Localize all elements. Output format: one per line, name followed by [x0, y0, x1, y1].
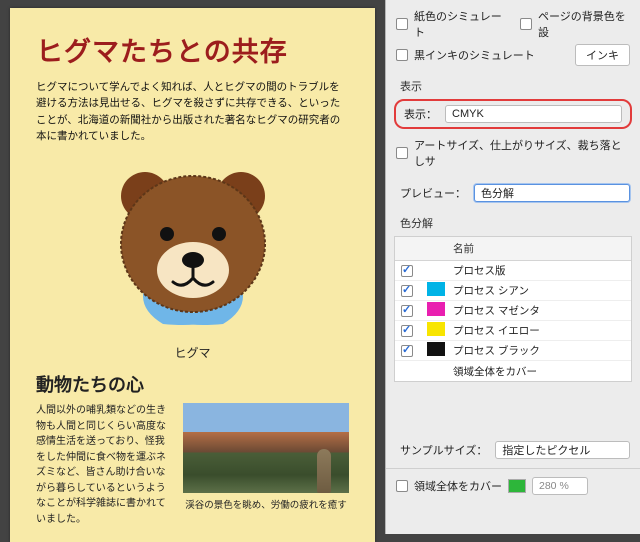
- sample-size-label: サンプルサイズ：: [400, 442, 487, 458]
- plate-row: プロセス版: [395, 261, 631, 281]
- subheading: 動物たちの心: [36, 371, 349, 397]
- checkbox-cover-all[interactable]: [396, 480, 408, 492]
- ink-button[interactable]: インキ: [575, 44, 630, 66]
- bear-illustration: [93, 152, 293, 342]
- plate-checkbox[interactable]: [401, 305, 413, 317]
- cover-percent-select[interactable]: 280 %: [532, 477, 588, 495]
- column-name: 名前: [447, 237, 631, 260]
- plate-row: プロセス イエロー: [395, 321, 631, 341]
- plate-checkbox[interactable]: [401, 285, 413, 297]
- plate-name: プロセス シアン: [447, 281, 631, 300]
- display-select[interactable]: CMYK: [445, 105, 622, 123]
- plate-checkbox[interactable]: [401, 265, 413, 277]
- plate-row: プロセス マゼンタ: [395, 301, 631, 321]
- preview-label: プレビュー：: [400, 185, 466, 201]
- document-canvas: ヒグマたちとの共存 ヒグマについて学んでよく知れば、人とヒグマの間のトラブルを避…: [0, 0, 385, 534]
- separations-table: 名前 プロセス版プロセス シアンプロセス マゼンタプロセス イエロープロセス ブ…: [394, 236, 632, 382]
- checkbox-simulate-paper[interactable]: [396, 18, 408, 30]
- plate-checkbox[interactable]: [401, 325, 413, 337]
- plate-checkbox[interactable]: [401, 345, 413, 357]
- display-label: 表示：: [404, 106, 437, 122]
- section-separations: 色分解: [386, 205, 640, 234]
- plate-name: プロセス版: [447, 261, 631, 280]
- plate-name: プロセス マゼンタ: [447, 301, 631, 320]
- checkbox-simulate-black[interactable]: [396, 49, 408, 61]
- plate-swatch: [427, 302, 445, 316]
- section-display: 表示: [386, 68, 640, 97]
- page: ヒグマたちとの共存 ヒグマについて学んでよく知れば、人とヒグマの間のトラブルを避…: [10, 8, 375, 542]
- plate-swatch: [427, 322, 445, 336]
- photo-caption: 渓谷の景色を眺め、労働の疲れを癒す: [183, 497, 349, 511]
- plate-name: プロセス イエロー: [447, 321, 631, 340]
- bear-caption: ヒグマ: [174, 344, 210, 361]
- plate-swatch: [427, 282, 445, 296]
- plate-row: プロセス ブラック: [395, 341, 631, 361]
- checkbox-simulate-bg[interactable]: [520, 18, 532, 30]
- body-paragraph: 人間以外の哺乳類などの生き物も人間と同じくらい高度な感情生活を送っており、怪我を…: [36, 403, 173, 527]
- sample-size-select[interactable]: 指定したピクセル: [495, 441, 630, 459]
- plate-row: 領域全体をカバー: [395, 361, 631, 381]
- output-preview-panel: 紙色のシミュレート ページの背景色を設 黒インキのシミュレート インキ 表示 表…: [385, 0, 640, 534]
- label-simulate-paper: 紙色のシミュレート: [414, 8, 506, 40]
- preview-select[interactable]: 色分解: [474, 184, 630, 202]
- cover-swatch[interactable]: [508, 479, 526, 493]
- lead-paragraph: ヒグマについて学んでよく知れば、人とヒグマの間のトラブルを避ける方法は見出せる、…: [36, 79, 349, 144]
- label-simulate-bg: ページの背景色を設: [538, 8, 630, 40]
- plate-swatch: [427, 342, 445, 356]
- page-title: ヒグマたちとの共存: [36, 30, 349, 69]
- photo-canyon: [183, 403, 349, 493]
- label-cover-all: 領域全体をカバー: [414, 478, 502, 494]
- checkbox-artsize[interactable]: [396, 147, 408, 159]
- plate-name: 領域全体をカバー: [447, 362, 631, 381]
- plate-name: プロセス ブラック: [447, 341, 631, 360]
- display-field-highlight: 表示： CMYK: [394, 99, 632, 129]
- label-simulate-black: 黒インキのシミュレート: [414, 47, 535, 63]
- plate-row: プロセス シアン: [395, 281, 631, 301]
- label-artsize: アートサイズ、仕上がりサイズ、裁ち落としサ: [414, 137, 630, 169]
